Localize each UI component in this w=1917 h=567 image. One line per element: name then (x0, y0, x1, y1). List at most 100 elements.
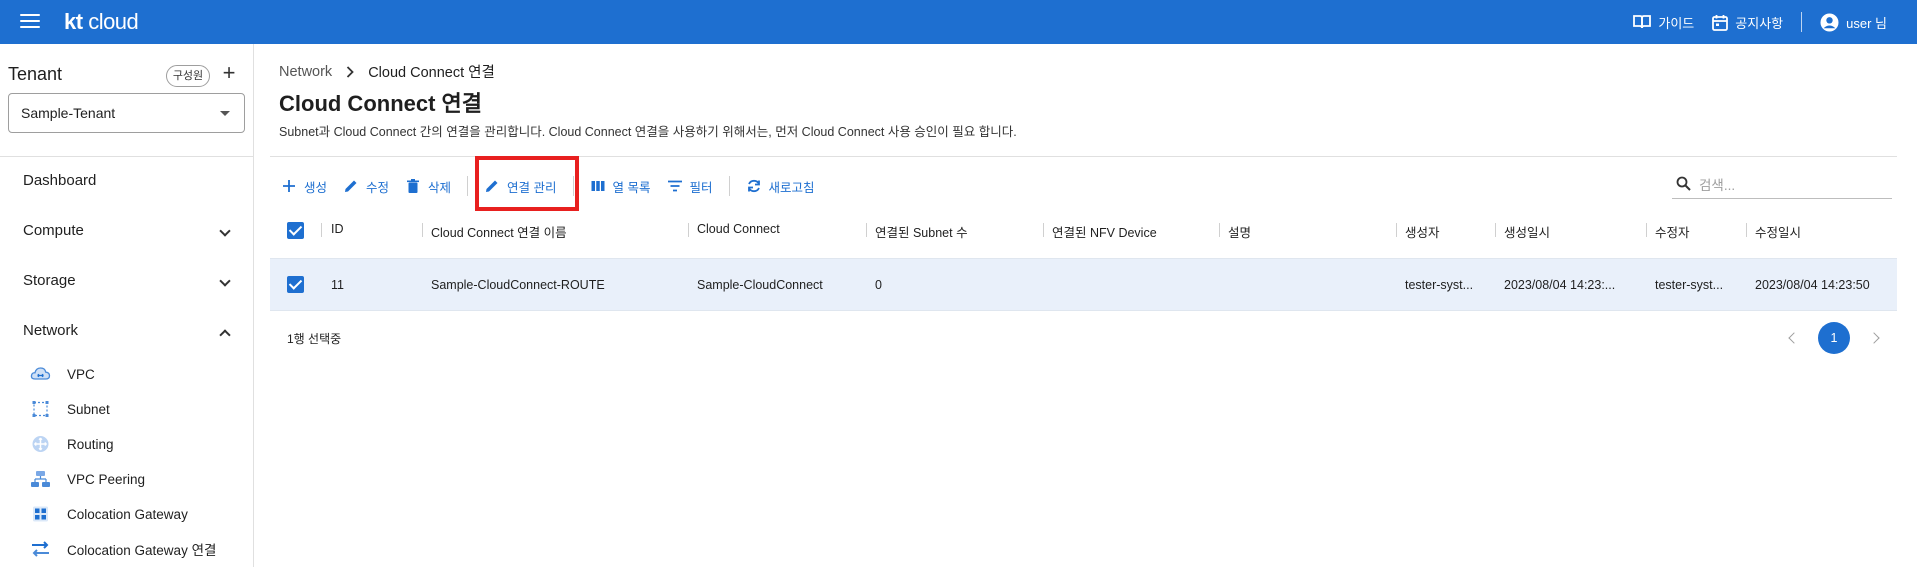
column-divider (422, 223, 423, 237)
sidebar: Tenant 구성원 + Sample-Tenant Dashboard Com… (0, 44, 254, 567)
sidebar-item-vpc-peering[interactable]: VPC Peering (30, 469, 145, 489)
cell-subnet-count: 0 (875, 278, 882, 292)
cell-name: Sample-CloudConnect-ROUTE (431, 278, 605, 292)
selected-count: 1행 선택중 (287, 332, 342, 346)
select-all-checkbox[interactable] (287, 222, 304, 239)
delete-button[interactable]: 삭제 (405, 177, 451, 196)
refresh-icon (747, 179, 760, 193)
page-title: Cloud Connect 연결 (279, 91, 483, 116)
sidebar-item-network[interactable]: Network (23, 322, 233, 346)
account-circle-icon (1820, 13, 1839, 31)
column-header-modified-at[interactable]: 수정일시 (1755, 222, 1801, 241)
sidebar-item-label: Routing (67, 436, 114, 452)
create-label: 생성 (304, 180, 328, 195)
sidebar-item-routing[interactable]: Routing (30, 434, 114, 454)
calendar-icon (1712, 14, 1729, 31)
sidebar-item-vpc[interactable]: VPC (30, 364, 95, 384)
page-number-button[interactable]: 1 (1818, 322, 1850, 354)
page-description: Subnet과 Cloud Connect 간의 연결을 관리합니다. Clou… (279, 125, 1017, 139)
refresh-button[interactable]: 새로고침 (746, 177, 815, 196)
breadcrumb: Network Cloud Connect 연결 (279, 61, 495, 82)
routing-icon (32, 436, 49, 452)
colocation-connection-icon (32, 541, 49, 557)
sidebar-item-label: Dashboard (23, 172, 97, 189)
toolbar-divider (467, 176, 469, 196)
sidebar-divider (0, 156, 253, 157)
cell-modified-at: 2023/08/04 14:23:50 (1755, 278, 1870, 292)
column-header-description[interactable]: 설명 (1228, 222, 1251, 241)
notice-link[interactable]: 공지사항 (1712, 13, 1783, 32)
guide-link[interactable]: 가이드 (1633, 13, 1694, 32)
filter-label: 필터 (689, 180, 713, 195)
top-divider (1801, 12, 1803, 32)
sidebar-item-label: Storage (23, 272, 76, 289)
column-header-id[interactable]: ID (331, 222, 344, 236)
pencil-icon (345, 180, 357, 192)
chevron-up-icon (219, 329, 231, 341)
vpc-peering-icon (31, 471, 50, 487)
sidebar-item-storage[interactable]: Storage (23, 272, 233, 296)
column-header-cloud-connect[interactable]: Cloud Connect (697, 222, 780, 236)
manage-connection-highlight (475, 156, 579, 211)
column-header-name[interactable]: Cloud Connect 연결 이름 (431, 222, 567, 241)
column-divider (1219, 223, 1220, 237)
kt-cloud-logo[interactable]: kt cloud (64, 9, 139, 35)
column-header-creator[interactable]: 생성자 (1405, 222, 1440, 241)
sidebar-item-label: Colocation Gateway 연결 (67, 543, 217, 558)
view-column-icon (591, 181, 605, 191)
dropdown-caret-icon (220, 111, 230, 116)
sidebar-item-label: Subnet (67, 401, 110, 417)
cell-modifier: tester-syst... (1655, 278, 1724, 292)
cell-created-at: 2023/08/04 14:23:... (1504, 278, 1616, 292)
search-icon (1676, 176, 1691, 191)
column-divider (1746, 223, 1747, 237)
column-header-subnet-count[interactable]: 연결된 Subnet 수 (875, 222, 968, 241)
columns-button[interactable]: 열 목록 (590, 177, 651, 196)
member-chip-button[interactable]: 구성원 (166, 65, 210, 87)
filter-list-icon (667, 180, 682, 192)
vpc-cloud-icon (30, 367, 51, 380)
delete-label: 삭제 (428, 180, 452, 195)
table-row[interactable]: 11 Sample-CloudConnect-ROUTE Sample-Clou… (270, 258, 1897, 311)
breadcrumb-current: Cloud Connect 연결 (368, 65, 495, 81)
user-label: user 님 (1846, 15, 1887, 31)
edit-button[interactable]: 수정 (343, 177, 389, 196)
sidebar-item-compute[interactable]: Compute (23, 222, 233, 246)
column-header-created-at[interactable]: 생성일시 (1504, 222, 1550, 241)
chevron-down-icon (219, 275, 231, 287)
search-placeholder: 검색... (1699, 177, 1736, 193)
user-menu[interactable]: user 님 (1820, 13, 1887, 32)
add-tenant-icon[interactable]: + (219, 62, 239, 84)
chevron-left-icon[interactable] (1788, 332, 1800, 344)
cell-id: 11 (331, 278, 344, 292)
sidebar-item-colocation-gateway[interactable]: Colocation Gateway (30, 504, 188, 524)
create-button[interactable]: 생성 (281, 177, 327, 196)
cell-cloud-connect: Sample-CloudConnect (697, 278, 823, 292)
column-divider (321, 223, 322, 237)
sidebar-item-dashboard[interactable]: Dashboard (23, 172, 233, 196)
menu-icon[interactable] (20, 12, 40, 30)
sidebar-item-label: VPC (67, 366, 95, 382)
colocation-gateway-icon (33, 506, 48, 522)
filter-button[interactable]: 필터 (667, 177, 713, 196)
tenant-select[interactable]: Sample-Tenant (8, 93, 245, 133)
column-header-modifier[interactable]: 수정자 (1655, 222, 1690, 241)
column-divider (688, 223, 689, 237)
breadcrumb-network-link[interactable]: Network (279, 64, 332, 80)
column-header-nfv-device[interactable]: 연결된 NFV Device (1052, 222, 1157, 241)
chevron-right-icon[interactable] (1868, 332, 1880, 344)
trash-icon (407, 179, 420, 193)
tenant-select-value: Sample-Tenant (21, 105, 116, 121)
search-input[interactable]: 검색... (1672, 169, 1892, 199)
toolbar-divider (728, 176, 730, 196)
sidebar-item-label: Network (23, 322, 79, 339)
sidebar-item-label: Compute (23, 222, 84, 239)
sidebar-item-subnet[interactable]: Subnet (30, 399, 110, 419)
sidebar-item-colocation-gateway-connection[interactable]: Colocation Gateway 연결 (30, 539, 216, 559)
row-checkbox[interactable] (287, 276, 304, 293)
sidebar-item-label: VPC Peering (67, 471, 146, 487)
cell-creator: tester-syst... (1405, 278, 1474, 292)
column-divider (866, 223, 867, 237)
top-app-bar: kt cloud 가이드 공지사항 user 님 (0, 0, 1917, 44)
book-icon (1633, 15, 1652, 29)
